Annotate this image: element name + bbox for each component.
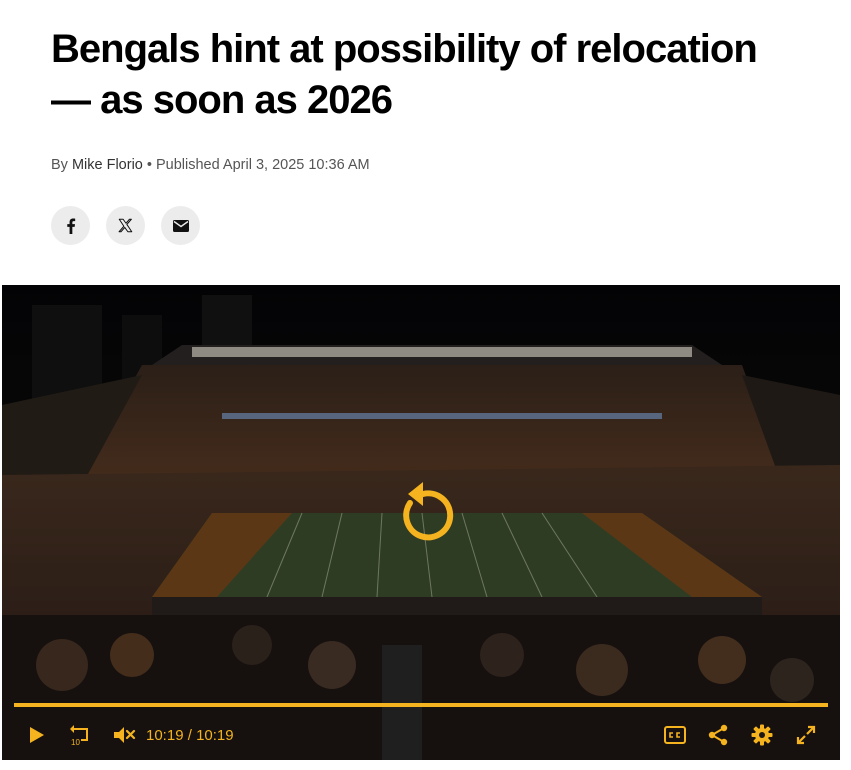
- video-player[interactable]: 10 10:19 / 10:19: [2, 285, 840, 760]
- share-x-button[interactable]: [106, 206, 145, 245]
- x-icon: [118, 218, 133, 233]
- play-icon: [30, 727, 44, 743]
- current-time: 10:19: [146, 727, 184, 744]
- control-bar: 10 10:19 / 10:19: [2, 717, 840, 753]
- settings-button[interactable]: [751, 724, 773, 746]
- time-display: 10:19 / 10:19: [146, 727, 234, 744]
- share-facebook-button[interactable]: [51, 206, 90, 245]
- publish-date: Published April 3, 2025 10:36 AM: [156, 157, 370, 173]
- rewind-seconds-label: 10: [71, 738, 80, 747]
- byline-separator: •: [146, 157, 152, 173]
- time-separator: /: [187, 727, 192, 744]
- author-name[interactable]: Mike Florio: [72, 157, 143, 173]
- article-headline: Bengals hint at possibility of relocatio…: [51, 27, 758, 122]
- byline-prefix: By: [51, 157, 68, 173]
- rewind-10-icon: 10: [70, 725, 88, 747]
- share-bar: [51, 206, 200, 245]
- captions-button[interactable]: [664, 725, 686, 745]
- fullscreen-icon: [796, 725, 816, 745]
- mute-button[interactable]: [112, 724, 136, 746]
- share-icon: [708, 724, 728, 746]
- share-video-button[interactable]: [707, 724, 729, 746]
- replay-icon: [403, 482, 454, 541]
- mute-icon: [114, 727, 136, 743]
- facebook-icon: [66, 218, 75, 234]
- replay-button[interactable]: [388, 479, 458, 549]
- progress-bar[interactable]: [14, 703, 828, 707]
- byline: By Mike Florio • Published April 3, 2025…: [51, 157, 370, 173]
- settings-icon: [751, 724, 773, 746]
- duration: 10:19: [196, 727, 234, 744]
- fullscreen-button[interactable]: [796, 725, 816, 745]
- share-email-button[interactable]: [161, 206, 200, 245]
- captions-icon: [664, 726, 686, 744]
- rewind-10-button[interactable]: 10: [68, 723, 92, 747]
- play-button[interactable]: [28, 726, 46, 744]
- email-icon: [172, 219, 189, 232]
